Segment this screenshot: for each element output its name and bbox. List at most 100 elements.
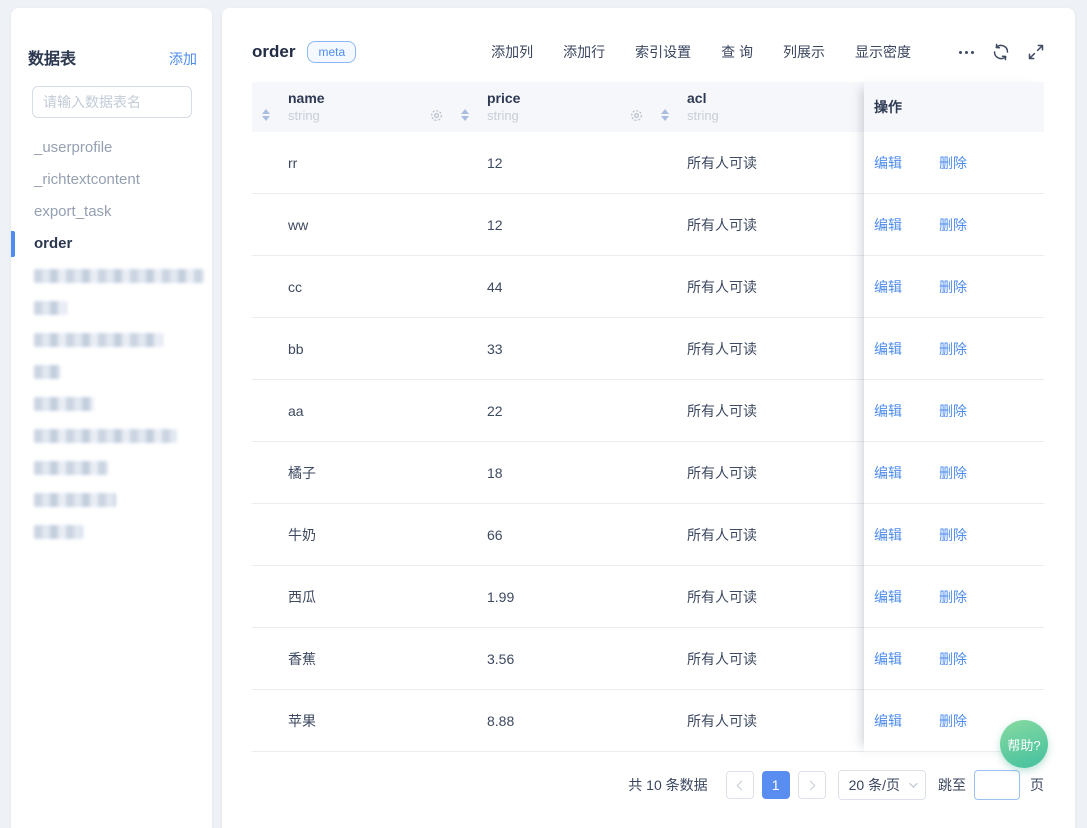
cell-name: 苹果: [252, 711, 451, 731]
row-actions: 编辑 删除: [864, 504, 1044, 566]
operations-column: 操作 编辑删除编辑删除编辑删除编辑删除编辑删除编辑删除编辑删除编辑删除编辑删除编…: [864, 82, 1044, 752]
column-type: string: [487, 107, 651, 124]
gear-icon[interactable]: [430, 109, 443, 122]
gear-icon[interactable]: [630, 109, 643, 122]
sidebar-item-redacted[interactable]: [11, 260, 212, 292]
row-actions: 编辑 删除: [864, 256, 1044, 318]
edit-row-button[interactable]: 编辑: [874, 277, 902, 297]
cell-name: 牛奶: [252, 525, 451, 545]
cell-price: 66: [451, 527, 651, 543]
sidebar-item-export_task[interactable]: export_task: [11, 196, 212, 228]
prev-page-button[interactable]: [726, 771, 754, 799]
sidebar-item-redacted[interactable]: [11, 292, 212, 324]
sidebar-item-redacted[interactable]: [11, 324, 212, 356]
delete-row-button[interactable]: 删除: [939, 339, 967, 359]
sidebar-item-redacted[interactable]: [11, 484, 212, 516]
sidebar-item-_richtextcontent[interactable]: _richtextcontent: [11, 164, 212, 196]
page-unit-label: 页: [1030, 775, 1044, 795]
query-button[interactable]: 查 询: [721, 42, 753, 62]
index-settings-button[interactable]: 索引设置: [635, 42, 691, 62]
page-size-select[interactable]: 20 条/页: [838, 770, 926, 800]
display-density-button[interactable]: 显示密度: [855, 42, 911, 62]
delete-row-button[interactable]: 删除: [939, 215, 967, 235]
cell-name: rr: [252, 155, 451, 171]
cell-name: aa: [252, 403, 451, 419]
delete-row-button[interactable]: 删除: [939, 711, 967, 731]
column-header-name: name string: [252, 82, 451, 132]
cell-price: 33: [451, 341, 651, 357]
cell-price: 22: [451, 403, 651, 419]
edit-row-button[interactable]: 编辑: [874, 401, 902, 421]
operations-header: 操作: [864, 82, 1044, 132]
cell-price: 12: [451, 155, 651, 171]
cell-name: 香蕉: [252, 649, 451, 669]
main-panel: order meta 添加列 添加行 索引设置 查 询 列展示 显示密度: [222, 8, 1075, 828]
delete-row-button[interactable]: 删除: [939, 649, 967, 669]
sort-icon[interactable]: [461, 109, 469, 121]
cell-name: ww: [252, 217, 451, 233]
delete-row-button[interactable]: 删除: [939, 401, 967, 421]
edit-row-button[interactable]: 编辑: [874, 215, 902, 235]
edit-row-button[interactable]: 编辑: [874, 587, 902, 607]
cell-name: cc: [252, 279, 451, 295]
table-search-input[interactable]: [32, 86, 192, 118]
cell-price: 3.56: [451, 651, 651, 667]
pagination: 共 10 条数据 1 20 条/页 跳至 页: [252, 770, 1044, 800]
toolbar: 添加列 添加行 索引设置 查 询 列展示 显示密度: [461, 42, 1044, 62]
total-count-text: 共 10 条数据: [628, 775, 707, 795]
row-actions: 编辑 删除: [864, 318, 1044, 380]
row-actions: 编辑 删除: [864, 194, 1044, 256]
row-actions: 编辑 删除: [864, 380, 1044, 442]
add-column-button[interactable]: 添加列: [491, 42, 533, 62]
row-actions: 编辑 删除: [864, 132, 1044, 194]
delete-row-button[interactable]: 删除: [939, 277, 967, 297]
cell-name: bb: [252, 341, 451, 357]
edit-row-button[interactable]: 编辑: [874, 525, 902, 545]
cell-price: 44: [451, 279, 651, 295]
row-actions: 编辑 删除: [864, 566, 1044, 628]
column-title: name: [288, 89, 451, 107]
more-icon[interactable]: [959, 51, 974, 54]
edit-row-button[interactable]: 编辑: [874, 711, 902, 731]
sidebar-item-redacted[interactable]: [11, 420, 212, 452]
help-button[interactable]: 帮助?: [1000, 720, 1048, 768]
sidebar-header: 数据表 添加: [28, 45, 197, 69]
cell-name: 橘子: [252, 463, 451, 483]
column-type: string: [288, 107, 451, 124]
cell-price: 12: [451, 217, 651, 233]
row-actions: 编辑 删除: [864, 628, 1044, 690]
sort-icon[interactable]: [262, 109, 270, 121]
delete-row-button[interactable]: 删除: [939, 153, 967, 173]
sidebar-item-order[interactable]: order: [11, 228, 212, 260]
edit-row-button[interactable]: 编辑: [874, 463, 902, 483]
sort-icon[interactable]: [661, 109, 669, 121]
sidebar-item-redacted[interactable]: [11, 516, 212, 548]
delete-row-button[interactable]: 删除: [939, 587, 967, 607]
sidebar-title: 数据表: [28, 45, 76, 69]
sidebar-item-redacted[interactable]: [11, 388, 212, 420]
page-size-value: 20 条/页: [849, 775, 900, 795]
delete-row-button[interactable]: 删除: [939, 463, 967, 483]
delete-row-button[interactable]: 删除: [939, 525, 967, 545]
sidebar-item-_userprofile[interactable]: _userprofile: [11, 132, 212, 164]
page-number-button[interactable]: 1: [762, 771, 790, 799]
cell-price: 1.99: [451, 589, 651, 605]
edit-row-button[interactable]: 编辑: [874, 339, 902, 359]
expand-icon[interactable]: [1028, 44, 1044, 60]
column-header-price: price string: [451, 82, 651, 132]
cell-price: 18: [451, 465, 651, 481]
jump-to-page-input[interactable]: [974, 770, 1020, 800]
data-table: name string price string: [252, 82, 1044, 752]
edit-row-button[interactable]: 编辑: [874, 649, 902, 669]
column-display-button[interactable]: 列展示: [783, 42, 825, 62]
page-title: order: [252, 42, 295, 62]
add-table-link[interactable]: 添加: [169, 49, 197, 69]
refresh-icon[interactable]: [992, 43, 1010, 61]
next-page-button[interactable]: [798, 771, 826, 799]
add-row-button[interactable]: 添加行: [563, 42, 605, 62]
jump-to-label: 跳至: [938, 775, 966, 795]
main-header: order meta 添加列 添加行 索引设置 查 询 列展示 显示密度: [252, 41, 1044, 63]
edit-row-button[interactable]: 编辑: [874, 153, 902, 173]
sidebar-item-redacted[interactable]: [11, 452, 212, 484]
sidebar-item-redacted[interactable]: [11, 356, 212, 388]
